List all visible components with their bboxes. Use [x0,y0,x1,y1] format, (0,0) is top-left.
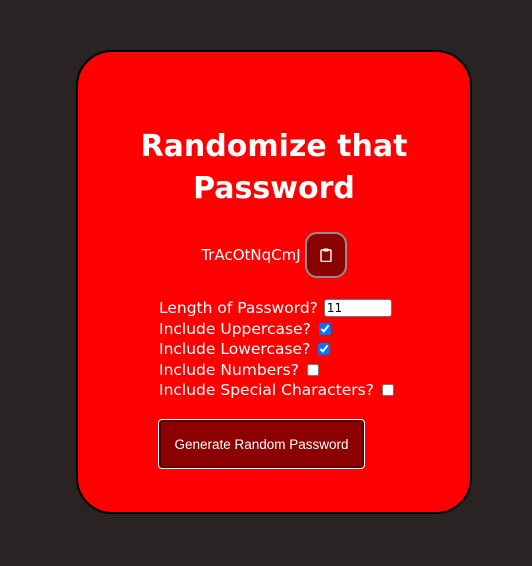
lowercase-label: Include Lowercase? [159,340,311,358]
length-option: Length of Password? [159,298,394,319]
password-options: Length of Password? Include Uppercase? I… [159,298,394,401]
clipboard-icon [319,248,332,262]
generate-password-button[interactable]: Generate Random Password [158,419,365,469]
numbers-option: Include Numbers? [159,360,394,381]
copy-password-button[interactable] [304,232,347,278]
password-output-row: TrAcOtNqCmJ [78,230,470,280]
generated-password: TrAcOtNqCmJ [201,246,301,264]
special-label: Include Special Characters? [159,381,374,399]
lowercase-option: Include Lowercase? [159,339,394,360]
uppercase-label: Include Uppercase? [159,319,311,338]
password-generator-card: Randomize that Password TrAcOtNqCmJ Leng… [76,50,472,514]
lowercase-checkbox[interactable] [318,343,331,356]
uppercase-checkbox[interactable] [318,322,331,335]
numbers-checkbox[interactable] [306,363,319,376]
special-checkbox[interactable] [381,384,394,397]
page-title: Randomize that Password [140,129,408,206]
special-option: Include Special Characters? [159,380,394,401]
length-input[interactable] [323,299,392,318]
numbers-label: Include Numbers? [159,360,299,379]
length-label: Length of Password? [159,299,318,317]
uppercase-option: Include Uppercase? [159,319,394,340]
